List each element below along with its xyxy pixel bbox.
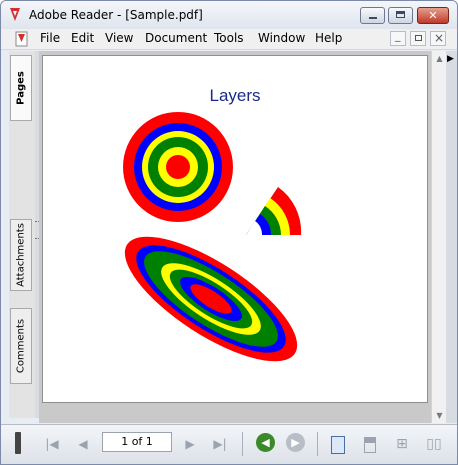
go-back-button[interactable]: ◀ — [256, 433, 275, 452]
first-page-button[interactable]: |◀ — [41, 433, 63, 455]
tab-attachments[interactable]: Attachments — [10, 219, 32, 291]
maximize-icon — [396, 11, 405, 18]
scroll-up-icon: ▲ — [436, 54, 443, 63]
forward-arrow-icon: ▶ — [291, 436, 300, 449]
doc-minimize-icon: _ — [395, 29, 401, 42]
menu-tools[interactable]: Tools — [214, 31, 244, 45]
toolbar-grip-icon — [15, 432, 21, 454]
scroll-down-button[interactable]: ▼ — [432, 408, 447, 423]
first-page-icon: |◀ — [45, 437, 59, 451]
minimize-icon — [369, 17, 377, 19]
facing-pages-icon: ⊞ — [396, 436, 408, 452]
title-bar: Adobe Reader - [Sample.pdf] ✕ — [1, 1, 457, 29]
vertical-scrollbar[interactable]: ▲ ▼ — [431, 51, 447, 423]
facing-view-button[interactable]: ⊞ — [391, 433, 413, 455]
menu-file[interactable]: File — [40, 31, 60, 45]
doc-close-icon: × — [434, 31, 445, 45]
layer-graphics — [123, 112, 302, 362]
doc-restore-button[interactable] — [410, 31, 426, 46]
scroll-down-icon: ▼ — [436, 411, 443, 420]
continuous-page-icon — [364, 436, 376, 453]
tab-pages-label: Pages — [15, 71, 27, 105]
continuous-facing-icon: ▯▯ — [426, 436, 442, 452]
expand-arrow-icon[interactable]: ▶ — [447, 54, 454, 64]
restore-icon — [415, 35, 422, 41]
close-button[interactable]: ✕ — [417, 7, 449, 24]
window-title: Adobe Reader - [Sample.pdf] — [29, 8, 203, 22]
tab-attachments-label: Attachments — [15, 223, 27, 287]
menu-view[interactable]: View — [105, 31, 133, 45]
tab-comments[interactable]: Comments — [10, 308, 32, 384]
next-page-button[interactable]: ▶ — [179, 433, 201, 455]
quarter-wedge — [246, 187, 302, 235]
adobe-reader-icon — [8, 7, 22, 26]
menu-edit[interactable]: Edit — [71, 31, 94, 45]
tab-pages[interactable]: Pages — [10, 55, 32, 121]
go-forward-button[interactable]: ▶ — [286, 433, 305, 452]
previous-page-icon: ◀ — [78, 437, 88, 451]
close-icon: ✕ — [428, 9, 438, 22]
previous-page-button[interactable]: ◀ — [72, 433, 94, 455]
navigation-panel: Pages Attachments Comments — [9, 51, 36, 418]
single-page-view-button[interactable] — [327, 433, 349, 455]
doc-minimize-button[interactable]: _ — [390, 29, 406, 46]
scroll-up-button[interactable]: ▲ — [432, 51, 447, 66]
rotated-ellipses — [124, 236, 298, 362]
page-number-field[interactable]: 1 of 1 — [102, 432, 172, 452]
navigation-toolbar: |◀ ◀ 1 of 1 ▶ ▶| ◀ ▶ ⊞ ▯▯ — [1, 424, 457, 464]
continuous-facing-view-button[interactable]: ▯▯ — [423, 433, 445, 455]
minimize-button[interactable] — [360, 7, 385, 24]
concentric-circles — [123, 112, 233, 222]
pdf-page: Layers — [42, 55, 428, 403]
circle-center-red — [166, 155, 190, 179]
menu-document[interactable]: Document — [145, 31, 207, 45]
app-window: Adobe Reader - [Sample.pdf] ✕ File Edit … — [0, 0, 458, 465]
doc-close-button[interactable]: × — [430, 31, 446, 46]
right-pane-strip: ▶ — [446, 51, 457, 423]
maximize-button[interactable] — [388, 7, 413, 24]
next-page-icon: ▶ — [185, 437, 195, 451]
menu-bar: File Edit View Document Tools Window Hel… — [1, 29, 457, 50]
menu-help[interactable]: Help — [315, 31, 342, 45]
menu-window[interactable]: Window — [258, 31, 305, 45]
tab-comments-label: Comments — [15, 318, 27, 374]
last-page-icon: ▶| — [213, 437, 227, 451]
toolbar-separator — [317, 432, 318, 456]
single-page-icon — [331, 435, 345, 454]
continuous-view-button[interactable] — [359, 433, 381, 455]
toolbar-separator — [242, 432, 243, 456]
back-arrow-icon: ◀ — [261, 436, 270, 449]
last-page-button[interactable]: ▶| — [209, 433, 231, 455]
